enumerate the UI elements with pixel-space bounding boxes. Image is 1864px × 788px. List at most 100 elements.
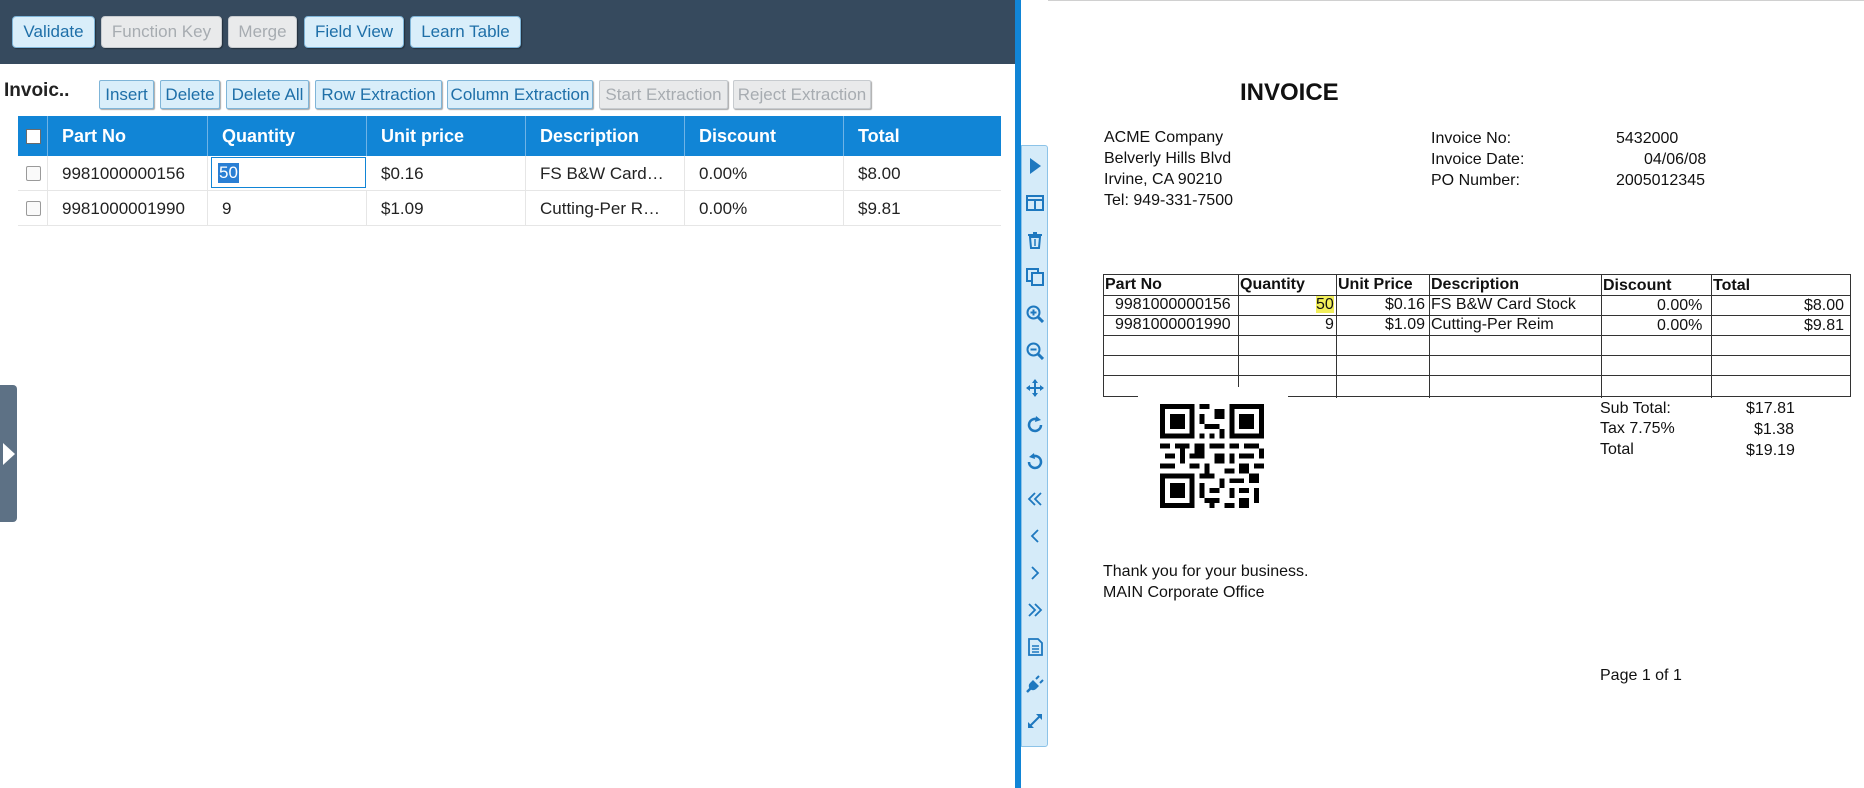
zoom-in-icon[interactable] [1025,303,1045,325]
last-page-icon[interactable] [1025,599,1045,621]
table-rule [1336,275,1337,398]
expand-icon[interactable] [1025,710,1045,732]
line-items-grid: Part No Quantity Unit price Description … [18,116,1001,226]
validate-button[interactable]: Validate [12,16,95,48]
row-checkbox[interactable] [26,201,41,216]
column-header-discount[interactable]: Discount [685,116,844,156]
thank-you-note: Thank you for your business. [1103,563,1309,580]
row-checkbox[interactable] [26,166,41,181]
reject-extraction-button[interactable]: Reject Extraction [733,80,871,109]
table-rule [1711,275,1712,398]
doc-cell-quantity: 9 [1325,316,1334,333]
cell-part-no[interactable]: 9981000001990 [48,191,208,226]
function-key-button[interactable]: Function Key [101,16,222,48]
subtotal-value: $17.81 [1746,400,1795,417]
extraction-highlight: 50 [1316,296,1334,313]
column-extraction-button[interactable]: Column Extraction [447,80,593,109]
total-label: Total [1600,441,1634,458]
cell-description[interactable]: FS B&W Card… [526,156,685,191]
trash-icon[interactable] [1025,229,1045,251]
doc-header-discount: Discount [1603,277,1672,294]
start-extraction-button[interactable]: Start Extraction [599,80,728,109]
table-row: 9981000001990 9 $1.09 Cutting-Per R… 0.0… [18,191,1001,226]
doc-cell-discount: 0.00% [1657,317,1703,334]
merge-button[interactable]: Merge [228,16,297,48]
document-icon[interactable] [1025,636,1045,658]
play-icon[interactable] [1025,155,1045,177]
quantity-edit-field[interactable]: 50 [211,157,366,188]
rotate-right-icon[interactable] [1025,414,1045,436]
cell-description[interactable]: Cutting-Per R… [526,191,685,226]
table-gap [1138,387,1288,399]
data-entry-pane: Validate Function Key Merge Field View L… [0,0,1015,788]
cell-unit-price[interactable]: $0.16 [367,156,526,191]
copy-icon[interactable] [1025,266,1045,288]
grid-toolbar: Invoic.. Insert Delete Delete All Row Ex… [0,78,1015,112]
row-select-cell [18,191,48,226]
rotate-left-icon[interactable] [1025,451,1045,473]
table-row: 9981000000156 50 $0.16 FS B&W Card… 0.00… [18,156,1001,191]
cell-unit-price[interactable]: $1.09 [367,191,526,226]
cell-discount[interactable]: 0.00% [685,156,844,191]
select-all-cell [18,116,48,156]
column-header-quantity[interactable]: Quantity [208,116,367,156]
doc-header-part-no: Part No [1105,276,1162,293]
company-name: ACME Company [1104,129,1224,146]
doc-cell-discount: 0.00% [1657,297,1703,314]
split-view-icon[interactable] [1025,192,1045,214]
column-header-description[interactable]: Description [526,116,685,156]
qr-code-image [1160,404,1264,508]
next-page-icon[interactable] [1025,562,1045,584]
doc-cell-total: $8.00 [1804,297,1845,314]
insert-button[interactable]: Insert [99,80,154,109]
table-rule [1601,275,1602,398]
tax-label: Tax 7.75% [1600,420,1675,437]
table-rule [1104,375,1850,376]
doc-cell-quantity: 50 [1316,296,1334,314]
po-number-value: 2005012345 [1616,172,1705,189]
row-select-cell [18,156,48,191]
expand-panel-handle[interactable] [0,385,17,522]
tax-value: $1.38 [1754,421,1795,438]
subtotal-label: Sub Total: [1600,400,1671,417]
cell-total[interactable]: $9.81 [844,191,1001,226]
doc-cell-description: FS B&W Card Stock [1431,296,1576,313]
invoice-date-value: 04/06/08 [1644,151,1707,168]
doc-cell-unit-price: $1.09 [1385,316,1426,333]
delete-all-button[interactable]: Delete All [226,80,309,109]
first-page-icon[interactable] [1025,488,1045,510]
doc-header-quantity: Quantity [1240,276,1305,293]
viewer-toolbar [1021,145,1048,747]
doc-cell-part-no: 9981000000156 [1115,296,1231,313]
move-icon[interactable] [1025,377,1045,399]
total-value: $19.19 [1746,442,1795,459]
table-rule [1429,275,1430,398]
column-header-unit-price[interactable]: Unit price [367,116,526,156]
grid-header: Part No Quantity Unit price Description … [18,116,1001,156]
main-toolbar: Validate Function Key Merge Field View L… [0,0,1015,64]
select-all-checkbox[interactable] [26,128,41,144]
cell-discount[interactable]: 0.00% [685,191,844,226]
expand-arrow-icon [2,442,15,465]
plug-icon[interactable] [1025,673,1045,695]
doc-cell-part-no: 9981000001990 [1115,316,1231,333]
office-note: MAIN Corporate Office [1103,584,1265,601]
invoice-title: INVOICE [1240,79,1339,106]
doc-header-total: Total [1713,277,1751,294]
app-window: Validate Function Key Merge Field View L… [0,0,1864,788]
column-header-total[interactable]: Total [844,116,1001,156]
company-phone: Tel: 949-331-7500 [1104,192,1233,209]
invoice-no-label: Invoice No: [1431,130,1512,147]
cell-total[interactable]: $8.00 [844,156,1001,191]
delete-button[interactable]: Delete [160,80,220,109]
cell-part-no[interactable]: 9981000000156 [48,156,208,191]
column-header-part-no[interactable]: Part No [48,116,208,156]
field-view-button[interactable]: Field View [304,16,404,48]
cell-quantity[interactable]: 9 [208,191,367,226]
prev-page-icon[interactable] [1025,525,1045,547]
invoice-date-label: Invoice Date: [1431,151,1525,168]
po-number-label: PO Number: [1431,172,1520,189]
row-extraction-button[interactable]: Row Extraction [315,80,442,109]
learn-table-button[interactable]: Learn Table [410,16,521,48]
zoom-out-icon[interactable] [1025,340,1045,362]
